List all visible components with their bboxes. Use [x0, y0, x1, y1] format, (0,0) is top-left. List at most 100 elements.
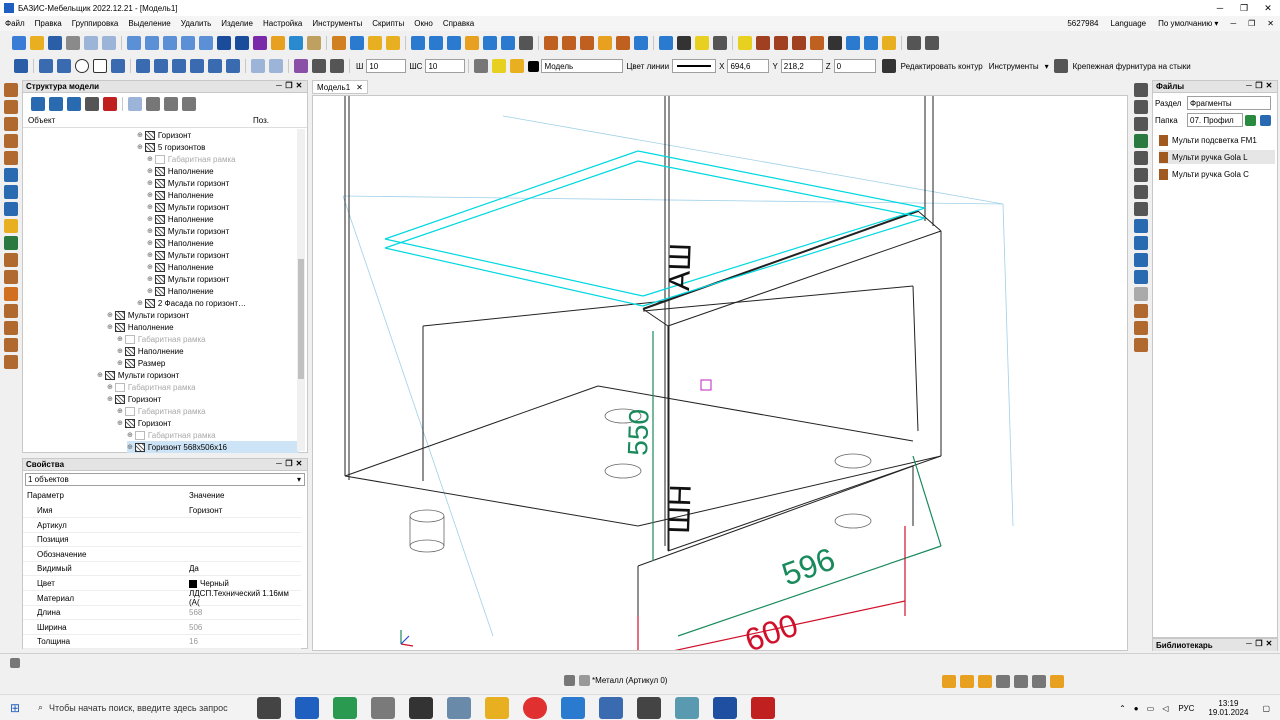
panel-frontal-icon[interactable] — [4, 117, 18, 131]
property-row[interactable]: Артикул — [23, 519, 301, 533]
y-field[interactable]: 218,2 — [780, 59, 823, 73]
snap-settings-icon[interactable] — [1050, 675, 1064, 688]
tree-list-icon[interactable] — [164, 97, 178, 111]
snap-point-icon[interactable] — [289, 36, 303, 50]
rv-tool-16-icon[interactable] — [1134, 338, 1148, 352]
x-field[interactable]: 694,6 — [727, 59, 770, 73]
material-icon[interactable] — [564, 675, 575, 686]
lib-min-icon[interactable]: ─ — [1244, 639, 1254, 648]
snap-ortho-icon[interactable] — [1032, 675, 1046, 688]
expand-icon[interactable]: ⊕ — [117, 335, 123, 343]
folder-up-icon[interactable] — [1245, 114, 1256, 126]
menu-group[interactable]: Группировка — [67, 19, 124, 28]
property-value[interactable]: 568 — [189, 608, 301, 617]
lock-icon[interactable] — [510, 59, 525, 73]
app-tools-icon[interactable] — [371, 696, 395, 719]
save-icon[interactable] — [48, 36, 62, 50]
file-item[interactable]: Мульти ручка Gola L — [1159, 150, 1275, 164]
edit-contour-button[interactable]: Редактировать контур — [901, 62, 983, 71]
rectangle-icon[interactable] — [93, 59, 107, 73]
tree-item[interactable]: ⊕ Наполнение — [147, 237, 299, 249]
tree-view-icon[interactable] — [182, 97, 196, 111]
section-select[interactable]: Фрагменты — [1187, 96, 1271, 110]
snap-center-icon[interactable] — [978, 675, 992, 688]
app-g-icon[interactable] — [333, 696, 357, 719]
mdi-min-icon[interactable]: ─ — [1224, 19, 1242, 28]
dimension-icon[interactable] — [111, 59, 125, 73]
rv-tool-4-icon[interactable] — [1134, 134, 1148, 148]
tree-visibility-icon[interactable] — [146, 97, 160, 111]
expand-icon[interactable]: ⊕ — [117, 359, 123, 367]
render-wire-icon[interactable] — [562, 36, 576, 50]
render-edges-icon[interactable] — [634, 36, 648, 50]
expand-icon[interactable]: ⊕ — [117, 419, 123, 427]
line-icon[interactable] — [39, 59, 53, 73]
file-item[interactable]: Мульти ручка Gola C — [1159, 167, 1275, 181]
tree-delete-icon[interactable] — [103, 97, 117, 111]
ruler-icon[interactable] — [307, 36, 321, 50]
property-value[interactable]: Да — [189, 564, 301, 573]
tree-item[interactable]: ⊕ Габаритная рамка — [147, 153, 299, 165]
expand-icon[interactable]: ⊕ — [147, 275, 153, 283]
lib-float-icon[interactable]: ❐ — [1254, 639, 1264, 648]
property-row[interactable]: Ширина 506 — [23, 621, 301, 635]
expand-icon[interactable]: ⊕ — [147, 287, 153, 295]
crop-icon[interactable] — [925, 36, 939, 50]
new-file-icon[interactable] — [12, 36, 26, 50]
snap-zoom-icon[interactable] — [1014, 675, 1028, 688]
glasses-icon[interactable] — [659, 36, 673, 50]
block-icon[interactable] — [713, 36, 727, 50]
snap-grid-status-icon[interactable] — [996, 675, 1010, 688]
layers-icon[interactable] — [350, 36, 364, 50]
material-edit-icon[interactable] — [579, 675, 590, 686]
leg-icon[interactable] — [4, 270, 18, 284]
files-close-icon[interactable]: ✕ — [1264, 81, 1274, 90]
polyline-icon[interactable] — [57, 59, 71, 73]
eye-icon[interactable] — [846, 36, 860, 50]
tree-item[interactable]: ⊕ Горизонт 568x506x16 — [127, 441, 299, 453]
tree-item[interactable]: ⊕ Наполнение — [107, 321, 299, 333]
expand-icon[interactable]: ⊕ — [107, 311, 113, 319]
panel-horizontal-icon[interactable] — [4, 83, 18, 97]
line-color-select[interactable] — [672, 59, 717, 73]
shs-field[interactable]: 10 — [425, 59, 466, 73]
expand-icon[interactable]: ⊕ — [147, 215, 153, 223]
mdi-close-icon[interactable]: ✕ — [1261, 19, 1280, 28]
rv-tool-5-icon[interactable] — [1134, 151, 1148, 165]
expand-icon[interactable]: ⊕ — [107, 395, 113, 403]
check-icon[interactable] — [677, 36, 691, 50]
undo-icon[interactable] — [84, 36, 98, 50]
panel-min-icon[interactable]: ─ — [274, 81, 284, 90]
pencil-icon[interactable] — [271, 36, 285, 50]
zoom-window-icon[interactable] — [127, 36, 141, 50]
help-icon[interactable] — [10, 658, 20, 668]
app-red-icon[interactable] — [751, 696, 775, 719]
expand-icon[interactable]: ⊕ — [147, 203, 153, 211]
explorer-icon[interactable] — [485, 696, 509, 719]
model-viewport[interactable]: 550 596 600 АШ ШН — [312, 95, 1128, 651]
fasteners-button[interactable]: Крепежная фурнитура на стыки — [1073, 62, 1191, 71]
tree-item[interactable]: ⊕ Наполнение — [117, 345, 299, 357]
app-wing-icon[interactable] — [561, 696, 585, 719]
aux-line-icon[interactable] — [330, 59, 344, 73]
z-field[interactable]: 0 — [833, 59, 876, 73]
rv-tool-13-icon[interactable] — [1134, 287, 1148, 301]
folder-search-icon[interactable] — [1260, 114, 1271, 126]
props-min-icon[interactable]: ─ — [274, 459, 284, 468]
menu-settings[interactable]: Настройка — [258, 19, 307, 28]
grid-cabinet-icon[interactable] — [4, 355, 18, 369]
line-style-icon[interactable] — [474, 59, 489, 73]
view-iso-icon[interactable] — [465, 36, 479, 50]
tree-item[interactable]: ⊕ Наполнение — [147, 285, 299, 297]
mdi-restore-icon[interactable]: ❐ — [1242, 19, 1261, 28]
shelf-icon[interactable] — [4, 202, 18, 216]
task-view-icon[interactable] — [257, 696, 281, 719]
mirror-icon[interactable] — [172, 59, 186, 73]
expand-icon[interactable]: ⊕ — [147, 167, 153, 175]
door-icon[interactable] — [4, 236, 18, 250]
panel-close-icon[interactable]: ✕ — [294, 81, 304, 90]
expand-icon[interactable]: ⊕ — [107, 383, 113, 391]
network-icon[interactable]: ▭ — [1147, 704, 1155, 713]
fillet-icon[interactable] — [294, 59, 308, 73]
hinge-icon[interactable] — [4, 253, 18, 267]
